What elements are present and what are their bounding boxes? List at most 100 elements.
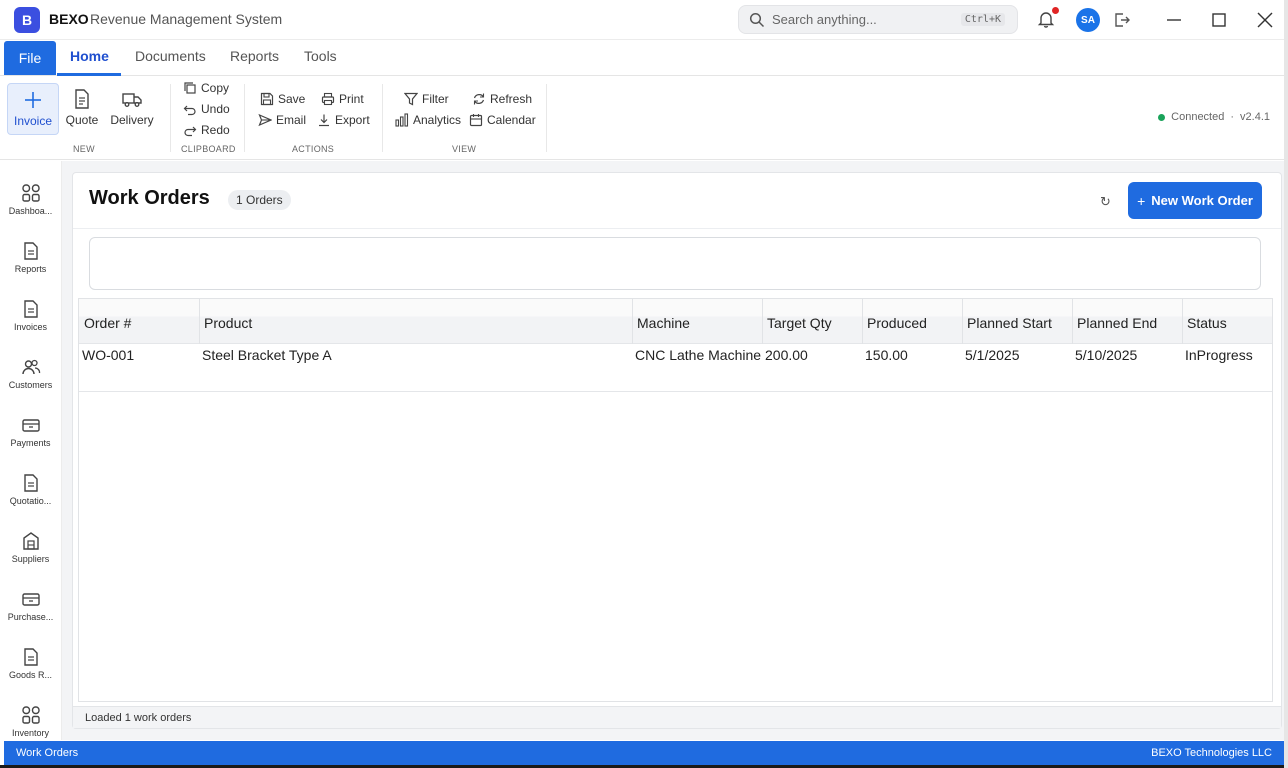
document-icon	[23, 300, 38, 318]
filter-button[interactable]: Filter	[404, 90, 449, 108]
column-header[interactable]: Target Qty	[767, 315, 832, 331]
ribbon-tabs: File Home Documents Reports Tools	[0, 40, 1284, 76]
plus-icon: +	[1137, 192, 1146, 209]
new-quote-button[interactable]: Quote	[56, 83, 108, 135]
status-bar: Work Orders BEXO Technologies LLC	[4, 741, 1284, 765]
global-search[interactable]: Search anything... Ctrl+K	[738, 5, 1018, 34]
header-divider	[73, 228, 1281, 229]
document-icon	[75, 89, 89, 109]
column-divider[interactable]	[632, 299, 633, 344]
column-header[interactable]: Produced	[867, 315, 927, 331]
cell-product: Steel Bracket Type A	[202, 347, 332, 363]
column-header[interactable]: Product	[204, 315, 252, 331]
sidebar-item-customers[interactable]: Customers	[0, 349, 61, 405]
dashboard-icon	[21, 706, 40, 724]
column-divider[interactable]	[1072, 299, 1073, 344]
search-placeholder: Search anything...	[772, 12, 877, 27]
sidebar-item-dashboard[interactable]: Dashboa...	[0, 175, 61, 231]
sidebar-item-label: Goods R...	[8, 670, 53, 680]
logout-icon[interactable]	[1112, 10, 1132, 30]
sidebar-item-label: Payments	[10, 438, 51, 448]
sidebar-item-goods-receipt[interactable]: Goods R...	[0, 639, 61, 695]
sidebar-item-purchase[interactable]: Purchase...	[0, 581, 61, 637]
sidebar-item-label: Customers	[8, 380, 53, 390]
column-header[interactable]: Machine	[637, 315, 690, 331]
count-badge: 1 Orders	[228, 190, 291, 210]
bar-chart-icon	[395, 113, 409, 127]
page-title: Work Orders	[89, 187, 210, 209]
sidebar-item-label: Suppliers	[11, 554, 50, 564]
sidebar-item-quotations[interactable]: Quotatio...	[0, 465, 61, 521]
users-icon	[21, 359, 40, 375]
tab-reports[interactable]: Reports	[230, 48, 279, 64]
minimize-icon[interactable]	[1162, 8, 1186, 32]
card-icon	[21, 593, 40, 606]
app-subtitle: Revenue Management System	[90, 11, 283, 27]
column-divider[interactable]	[962, 299, 963, 344]
undo-label: Undo	[201, 102, 230, 116]
tab-tools[interactable]: Tools	[304, 48, 337, 64]
quote-label: Quote	[65, 113, 99, 127]
column-header[interactable]: Planned End	[1077, 315, 1157, 331]
new-invoice-button[interactable]: Invoice	[7, 83, 59, 135]
delivery-label: Delivery	[110, 113, 154, 127]
table-row[interactable]: WO-001 Steel Bracket Type A CNC Lathe Ma…	[79, 344, 1272, 392]
export-label: Export	[335, 113, 370, 127]
email-button[interactable]: Email	[258, 111, 306, 129]
refresh-label: Refresh	[490, 92, 533, 106]
sidebar-item-label: Invoices	[13, 322, 48, 332]
status-bar-right: BEXO Technologies LLC	[1151, 747, 1272, 759]
tab-file[interactable]: File	[4, 41, 56, 75]
column-divider[interactable]	[199, 299, 200, 344]
sidebar-item-reports[interactable]: Reports	[0, 233, 61, 289]
sidebar: Dashboa... Reports Invoices Customers Pa…	[0, 161, 62, 740]
group-label-new: NEW	[73, 144, 95, 154]
print-button[interactable]: Print	[321, 90, 364, 108]
brand-name: BEXO	[49, 11, 89, 27]
ribbon-divider	[546, 84, 547, 152]
calendar-button[interactable]: Calendar	[469, 111, 536, 129]
new-work-order-label: New Work Order	[1151, 193, 1253, 208]
plus-icon	[25, 92, 41, 108]
sidebar-item-label: Dashboa...	[8, 206, 53, 216]
column-header[interactable]: Order #	[84, 315, 131, 331]
sidebar-item-invoices[interactable]: Invoices	[0, 291, 61, 347]
column-divider[interactable]	[1182, 299, 1183, 344]
tab-documents[interactable]: Documents	[135, 48, 206, 64]
app-window: B BEXO Revenue Management System Search …	[0, 0, 1288, 768]
analytics-label: Analytics	[413, 113, 462, 127]
sidebar-item-suppliers[interactable]: Suppliers	[0, 523, 61, 579]
new-delivery-button[interactable]: Delivery	[106, 83, 158, 135]
copy-button[interactable]: Copy	[183, 79, 229, 97]
undo-button[interactable]: Undo	[183, 100, 230, 118]
refresh-button[interactable]: Refresh	[472, 90, 532, 108]
export-button[interactable]: Export	[317, 111, 370, 129]
save-button[interactable]: Save	[260, 90, 305, 108]
maximize-icon[interactable]	[1207, 8, 1231, 32]
cell-target-qty: 200.00	[765, 347, 808, 363]
title-bar: B BEXO Revenue Management System Search …	[0, 0, 1284, 40]
column-divider[interactable]	[862, 299, 863, 344]
cell-order-number: WO-001	[82, 347, 135, 363]
reload-icon[interactable]: ↻	[1100, 194, 1116, 210]
filter-area[interactable]	[89, 237, 1261, 290]
sidebar-item-label: Purchase...	[7, 612, 54, 622]
grid-header: Order # Product Machine Target Qty Produ…	[79, 299, 1272, 344]
search-shortcut: Ctrl+K	[960, 13, 1005, 26]
connection-status: Connected · v2.4.1	[1158, 111, 1270, 123]
new-work-order-button[interactable]: + New Work Order	[1128, 182, 1262, 219]
redo-button[interactable]: Redo	[183, 121, 230, 139]
document-icon	[23, 474, 38, 492]
analytics-button[interactable]: Analytics	[395, 111, 461, 129]
filter-label: Filter	[422, 92, 449, 106]
user-avatar[interactable]: SA	[1076, 8, 1100, 32]
copy-icon	[184, 82, 196, 94]
column-header[interactable]: Status	[1187, 315, 1227, 331]
close-icon[interactable]	[1253, 8, 1277, 32]
column-header[interactable]: Planned Start	[967, 315, 1052, 331]
column-divider[interactable]	[762, 299, 763, 344]
tab-home[interactable]: Home	[70, 48, 109, 64]
search-icon	[749, 12, 765, 28]
redo-icon	[184, 126, 197, 137]
sidebar-item-payments[interactable]: Payments	[0, 407, 61, 463]
